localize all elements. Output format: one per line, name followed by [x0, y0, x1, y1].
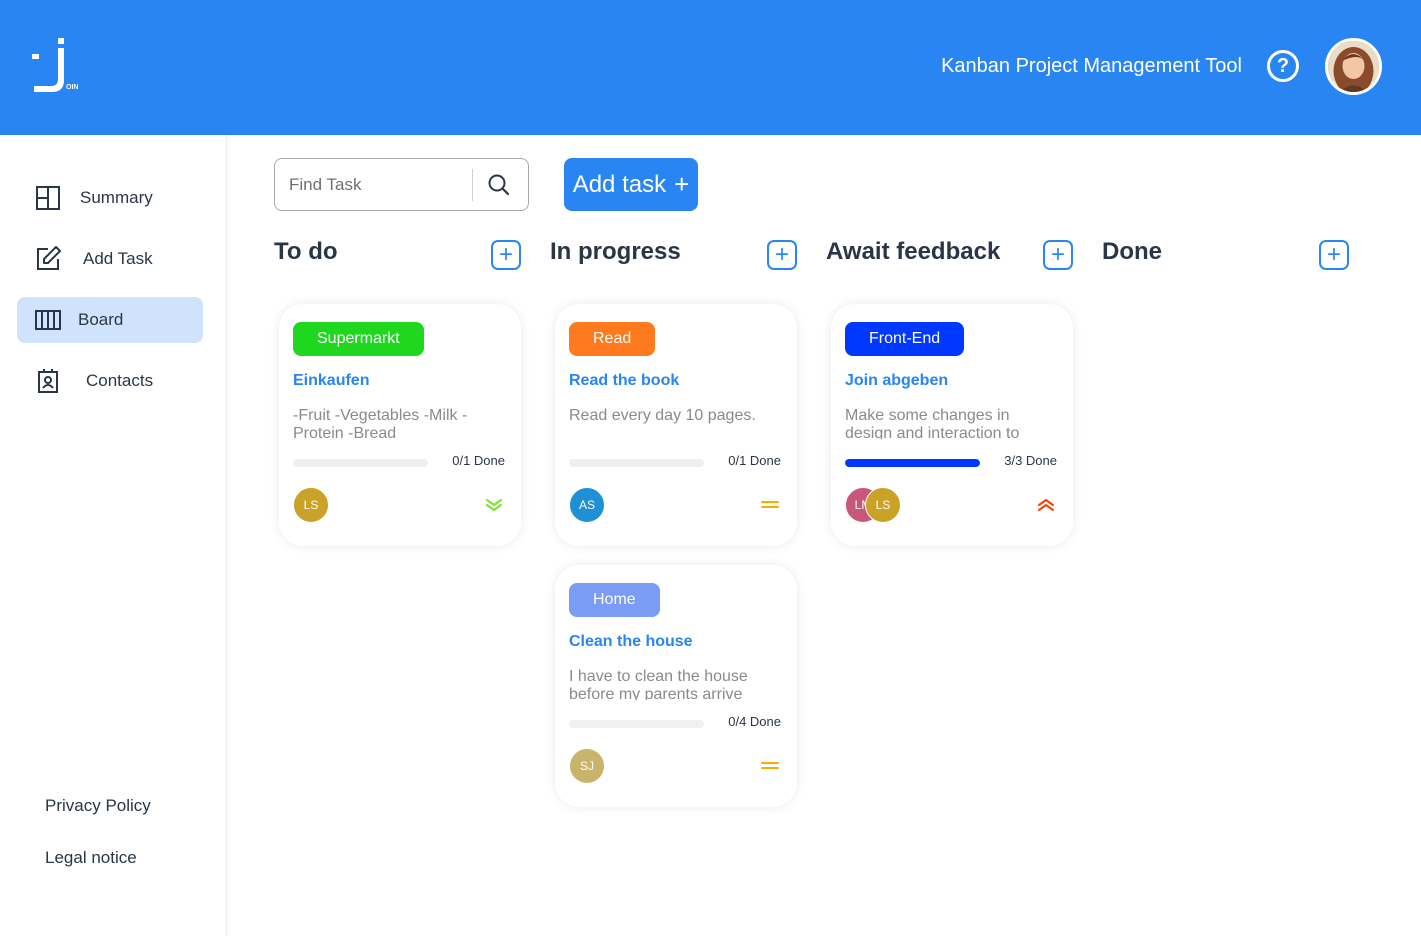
priority-medium-icon: [759, 494, 781, 516]
task-description: Read every day 10 pages.: [569, 407, 756, 424]
assignee-avatar: LS: [293, 487, 329, 523]
sidebar-item-add-task[interactable]: Add Task: [17, 236, 203, 282]
search-box: [274, 158, 529, 211]
app-title: Kanban Project Management Tool: [941, 55, 1242, 77]
priority-urgent-icon: [1035, 494, 1057, 516]
column-title-await-feedback: Await feedback: [826, 238, 1001, 265]
subtask-progress-text: 3/3 Done: [1004, 453, 1057, 468]
column-title-done: Done: [1102, 238, 1162, 265]
subtask-progress-text: 0/4 Done: [728, 714, 781, 729]
category-label: Supermarkt: [293, 322, 424, 356]
column-add-button-done[interactable]: +: [1319, 240, 1349, 270]
column-add-button-todo[interactable]: +: [491, 240, 521, 270]
task-card[interactable]: Read Read the book Read every day 10 pag…: [555, 304, 797, 546]
category-label: Home: [569, 583, 660, 617]
search-icon[interactable]: [487, 173, 511, 197]
add-task-label: Add task: [572, 170, 667, 198]
column-add-button-in-progress[interactable]: +: [767, 240, 797, 270]
subtask-progress-bar: [293, 459, 428, 467]
search-divider: [472, 169, 473, 201]
summary-icon: [34, 184, 62, 212]
logo-text: OIN: [66, 84, 79, 91]
task-title: Clean the house: [569, 633, 693, 650]
plus-icon: +: [1326, 241, 1341, 268]
task-card[interactable]: Supermarkt Einkaufen -Fruit -Vegetables …: [279, 304, 521, 546]
sidebar-item-label: Board: [78, 310, 124, 329]
sidebar-item-label: Add Task: [83, 249, 153, 268]
contacts-icon: [34, 367, 62, 395]
help-button[interactable]: ?: [1267, 50, 1299, 82]
priority-low-icon: [483, 494, 505, 516]
plus-icon: +: [498, 241, 513, 268]
plus-icon: +: [1050, 241, 1065, 268]
plus-icon: +: [774, 241, 789, 268]
sidebar-item-board[interactable]: Board: [17, 297, 203, 343]
sidebar-item-contacts[interactable]: Contacts: [17, 358, 203, 404]
column-add-button-await-feedback[interactable]: +: [1043, 240, 1073, 270]
sidebar: Summary Add Task Board Contacts Privacy …: [0, 135, 227, 936]
assignee-avatar: LS: [865, 487, 901, 523]
user-avatar[interactable]: [1325, 38, 1382, 95]
help-icon: ?: [1276, 54, 1290, 77]
task-title: Einkaufen: [293, 372, 370, 389]
plus-icon: +: [674, 169, 690, 199]
sidebar-item-label: Summary: [80, 188, 153, 207]
task-description: -Fruit -Vegetables -Milk -Protein -Bread: [293, 407, 468, 439]
join-logo[interactable]: OIN: [30, 38, 82, 96]
board-icon: [34, 306, 62, 334]
subtask-progress-fill: [845, 459, 980, 467]
assignee-avatar: SJ: [569, 748, 605, 784]
subtask-progress-text: 0/1 Done: [452, 453, 505, 468]
top-header: OIN Kanban Project Management Tool ?: [0, 0, 1421, 135]
task-title: Join abgeben: [845, 372, 949, 389]
search-input[interactable]: [289, 171, 469, 199]
user-photo-icon: [1328, 41, 1379, 92]
priority-medium-icon: [759, 755, 781, 777]
add-task-button[interactable]: Add task +: [564, 158, 698, 211]
task-card[interactable]: Home Clean the house I have to clean the…: [555, 565, 797, 807]
assignee-avatar: AS: [569, 487, 605, 523]
edit-icon: [34, 245, 62, 273]
column-title-in-progress: In progress: [550, 238, 681, 265]
sidebar-item-summary[interactable]: Summary: [17, 175, 203, 221]
subtask-progress-bar: [569, 720, 704, 728]
task-description: I have to clean the house before my pare…: [569, 668, 748, 700]
sidebar-item-label: Contacts: [86, 371, 154, 390]
legal-notice-link[interactable]: Legal notice: [45, 848, 137, 868]
task-description: Make some changes in design and interact…: [845, 407, 1020, 439]
subtask-progress-bar: [569, 459, 704, 467]
privacy-policy-link[interactable]: Privacy Policy: [45, 796, 151, 816]
category-label: Front-End: [845, 322, 965, 356]
column-title-todo: To do: [274, 238, 338, 265]
task-card[interactable]: Front-End Join abgeben Make some changes…: [831, 304, 1073, 546]
category-label: Read: [569, 322, 656, 356]
task-title: Read the book: [569, 372, 680, 389]
subtask-progress-text: 0/1 Done: [728, 453, 781, 468]
subtask-progress-bar: [845, 459, 980, 467]
